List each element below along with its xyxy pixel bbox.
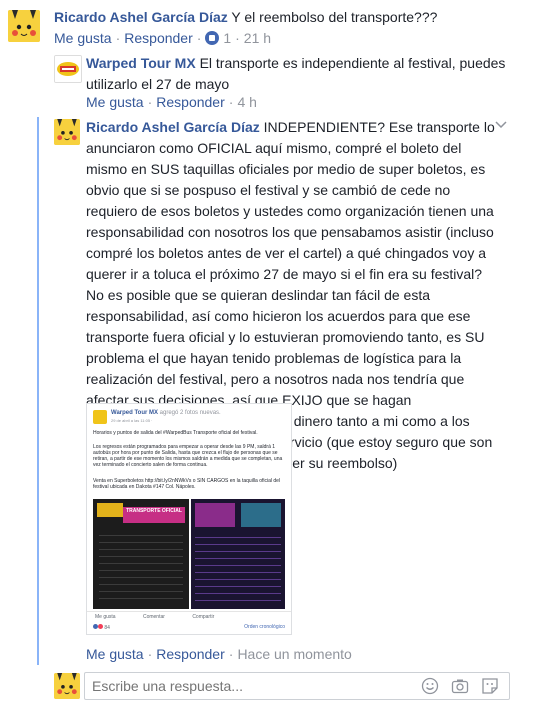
poster-left: TRANSPORTE OFICIAL (93, 499, 189, 609)
reply1-like-link[interactable]: Me gusta (86, 94, 144, 110)
attachment-action-bar: Me gusta Comentar Compartir (95, 614, 214, 620)
attachment-body2: Los regresos están programados para empe… (93, 444, 283, 468)
reply1-author[interactable]: Warped Tour MX (86, 55, 196, 71)
reply2-reply-link[interactable]: Responder (156, 646, 225, 662)
comment1-author[interactable]: Ricardo Ashel García Díaz (54, 9, 228, 25)
attached-post-screenshot[interactable]: Warped Tour MX agregó 2 fotos nuevas. 29… (86, 403, 292, 635)
attachment-page-name: Warped Tour MX (111, 410, 158, 416)
comment1-actions: Me gusta · Responder · 1 · 21 h (54, 30, 272, 46)
attachment-share: Compartir (192, 614, 215, 620)
reply1-actions: Me gusta · Responder · 4 h (86, 94, 257, 110)
poster-title: TRANSPORTE OFICIAL (123, 507, 185, 523)
comment1-like-link[interactable]: Me gusta (54, 30, 112, 46)
comment1-reaction-count[interactable]: 1 (223, 30, 231, 46)
poster-logo-icon (97, 503, 123, 517)
emoji-icon[interactable] (421, 677, 439, 695)
reply1-body: Warped Tour MX El transporte es independ… (86, 53, 506, 95)
camera-icon[interactable] (451, 677, 469, 695)
attachment-body3: Venta en Superboletos http://bit.ly/2nNW… (93, 478, 281, 490)
like-reaction-icon[interactable] (205, 31, 220, 45)
poster-image-blue (241, 503, 281, 527)
sticker-icon[interactable] (481, 677, 499, 695)
attachment-love-icon (98, 624, 103, 629)
comment1-reply-link[interactable]: Responder (124, 30, 193, 46)
avatar-warped-tour[interactable] (54, 55, 82, 83)
thread-highlight-bar (37, 117, 39, 665)
reply-composer[interactable] (84, 672, 510, 700)
attachment-reactions: 84 (93, 624, 110, 631)
comment1-text: Y el reembolso del transporte??? (231, 9, 438, 25)
avatar-current-user (54, 673, 80, 699)
reply-input[interactable] (92, 676, 412, 696)
poster-route-table (195, 531, 281, 601)
attachment-like: Me gusta (95, 614, 116, 620)
attachment-body1: Horarios y puntos de salida del #WarpedB… (93, 430, 258, 436)
poster-schedule-table (99, 529, 183, 599)
comment1-time[interactable]: 21 h (244, 30, 271, 46)
poster-right (191, 499, 285, 609)
avatar-ricardo[interactable] (8, 10, 40, 42)
attachment-header: Warped Tour MX agregó 2 fotos nuevas. (111, 410, 221, 416)
reply2-author[interactable]: Ricardo Ashel García Díaz (86, 119, 260, 135)
attachment-order: Orden cronológico (244, 624, 285, 630)
attachment-reaction-count: 84 (104, 625, 110, 631)
attachment-comment: Comentar (142, 614, 165, 620)
poster-image-purple (195, 503, 235, 527)
attachment-divider (87, 611, 291, 612)
reply1-time[interactable]: 4 h (237, 94, 256, 110)
chevron-down-icon[interactable] (495, 120, 507, 130)
avatar-ricardo-reply[interactable] (54, 119, 80, 145)
reply2-actions: Me gusta · Responder · Hace un momento (86, 646, 352, 662)
attachment-date: 29 de abril a las 11:05 · (111, 418, 153, 423)
reply1-reply-link[interactable]: Responder (156, 94, 225, 110)
reply2-time[interactable]: Hace un momento (237, 646, 351, 662)
reply2-like-link[interactable]: Me gusta (86, 646, 144, 662)
attachment-action: agregó 2 fotos nuevas. (159, 410, 221, 416)
warped-logo-icon (93, 410, 107, 424)
comment1-body: Ricardo Ashel García Díaz Y el reembolso… (54, 7, 524, 28)
